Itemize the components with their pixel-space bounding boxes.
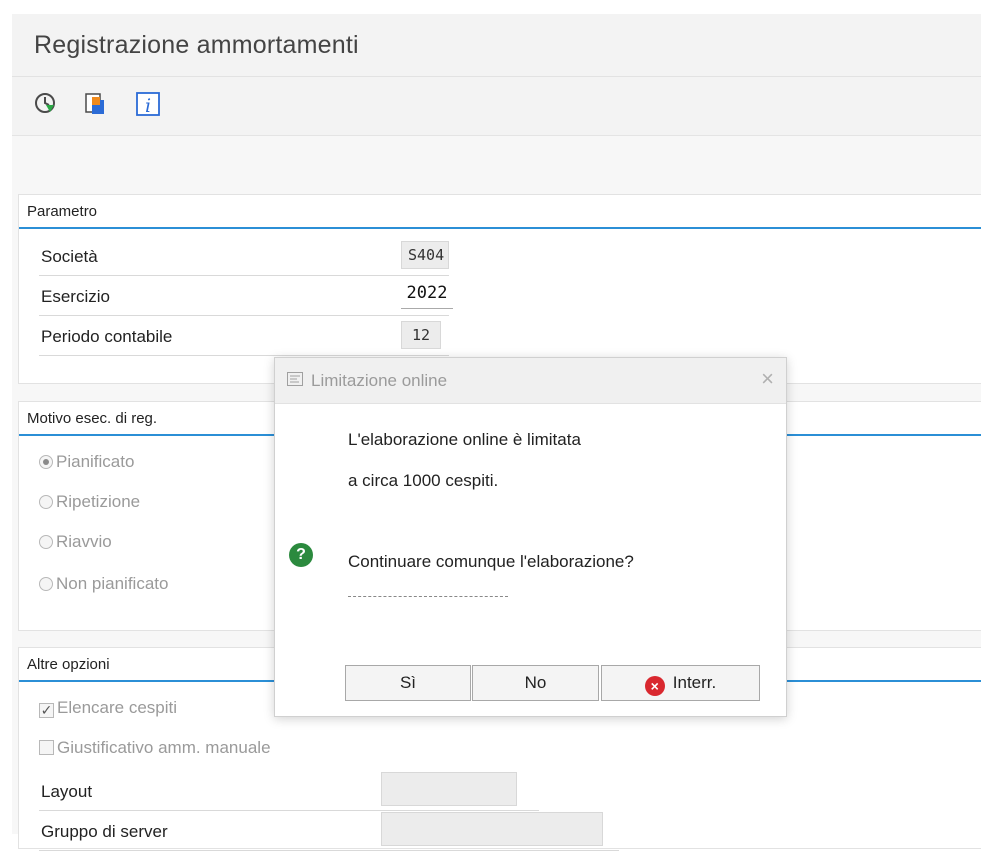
execute-clock-icon[interactable]: [32, 90, 60, 118]
gruppo-server-field[interactable]: [381, 812, 603, 846]
svg-text:i: i: [145, 95, 151, 117]
checkbox-giustificativo[interactable]: Giustificativo amm. manuale: [39, 738, 271, 770]
checkbox-icon[interactable]: [39, 740, 54, 755]
group-title-parametro: Parametro: [27, 203, 98, 220]
yes-button-label: Sì: [399, 673, 417, 692]
radio-pianificato[interactable]: Pianificato: [39, 452, 134, 484]
radio-label: Ripetizione: [56, 492, 141, 511]
dialog-limitazione-online: Limitazione online × L'elaborazione onli…: [274, 357, 787, 717]
dialog-window-icon: [287, 372, 303, 386]
dialog-title: Limitazione online: [311, 371, 448, 390]
cancel-button[interactable]: × Interr.: [601, 665, 760, 701]
question-icon: ?: [289, 543, 313, 567]
info-icon[interactable]: i: [134, 90, 162, 118]
field-label-layout: Layout: [41, 782, 93, 801]
no-button[interactable]: No: [472, 665, 599, 701]
dialog-header: Limitazione online ×: [275, 358, 786, 404]
dialog-message-line2: a circa 1000 cespiti.: [348, 471, 499, 490]
dialog-separator: [348, 596, 508, 597]
field-row-societa: Società S404: [39, 237, 449, 276]
radio-icon[interactable]: [39, 535, 53, 549]
radio-selected-icon[interactable]: [39, 455, 53, 469]
field-row-layout: Layout: [39, 772, 539, 811]
societa-field[interactable]: S404: [401, 241, 449, 269]
dialog-question: Continuare comunque l'elaborazione?: [348, 552, 634, 571]
field-row-periodo: Periodo contabile 12: [39, 317, 449, 356]
field-row-gruppo: Gruppo di server: [39, 812, 619, 851]
multiple-selection-icon[interactable]: [82, 90, 110, 118]
title-bar: Registrazione ammortamenti: [12, 14, 981, 77]
page-title: Registrazione ammortamenti: [34, 31, 359, 59]
checkbox-elencare-cespiti[interactable]: ✓ Elencare cespiti: [39, 698, 177, 730]
periodo-field[interactable]: 12: [401, 321, 441, 349]
group-title-motivo: Motivo esec. di reg.: [27, 410, 158, 427]
field-label-periodo: Periodo contabile: [41, 327, 173, 346]
radio-label: Riavvio: [56, 532, 112, 551]
radio-label: Non pianificato: [56, 574, 169, 593]
radio-label: Pianificato: [56, 452, 135, 471]
group-title-altre: Altre opzioni: [27, 656, 110, 673]
cancel-button-label: Interr.: [672, 673, 717, 692]
cancel-icon: ×: [644, 676, 665, 696]
layout-field[interactable]: [381, 772, 517, 806]
yes-button[interactable]: Sì: [345, 665, 471, 701]
close-icon[interactable]: ×: [761, 367, 774, 391]
esercizio-field[interactable]: 2022: [401, 281, 453, 309]
top-strip: [0, 0, 981, 14]
dialog-message-line1: L'elaborazione online è limitata: [348, 430, 581, 449]
radio-riavvio[interactable]: Riavvio: [39, 532, 112, 564]
radio-icon[interactable]: [39, 495, 53, 509]
radio-icon[interactable]: [39, 577, 53, 591]
radio-non-pianificato[interactable]: Non pianificato: [39, 574, 168, 606]
checkbox-label: Elencare cespiti: [57, 698, 178, 717]
group-header: Parametro: [19, 195, 981, 229]
no-button-label: No: [524, 673, 547, 692]
checkbox-checked-icon[interactable]: ✓: [39, 703, 54, 718]
group-parametro: Parametro Società S404 Esercizio 2022 Pe…: [18, 194, 981, 384]
application-toolbar: i: [12, 77, 981, 136]
checkbox-label: Giustificativo amm. manuale: [57, 738, 271, 757]
field-label-societa: Società: [41, 247, 98, 266]
radio-ripetizione[interactable]: Ripetizione: [39, 492, 140, 524]
field-row-esercizio: Esercizio 2022: [39, 277, 453, 316]
field-label-esercizio: Esercizio: [41, 287, 110, 306]
field-label-gruppo: Gruppo di server: [41, 822, 168, 841]
